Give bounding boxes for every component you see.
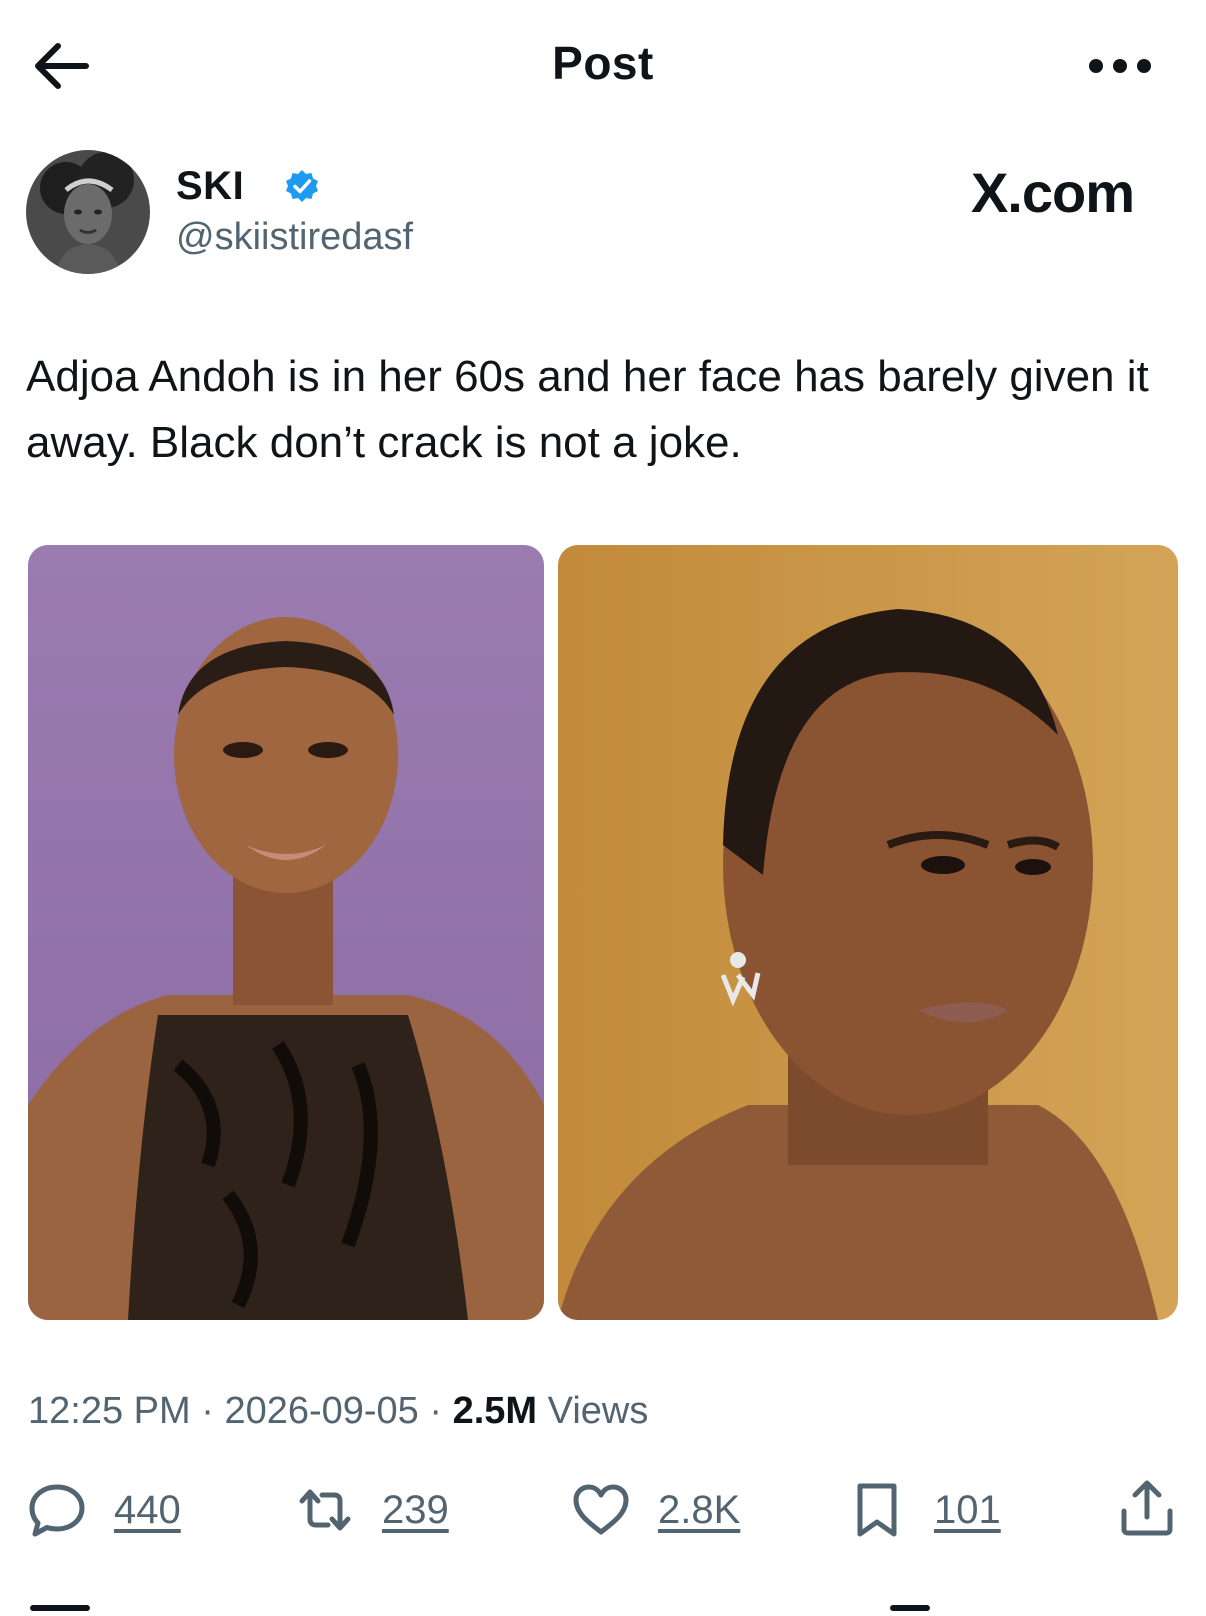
post-text: Adjoa Andoh is in her 60s and her face h… xyxy=(26,352,1149,467)
cut-off-content xyxy=(30,1605,90,1611)
cut-off-content xyxy=(890,1605,930,1611)
share-button[interactable] xyxy=(1116,1477,1178,1539)
repost-arrows-icon xyxy=(299,1489,351,1531)
bookmark-icon xyxy=(857,1483,897,1537)
top-bar: Post xyxy=(0,0,1206,130)
post-photo-right[interactable] xyxy=(558,545,1178,1320)
like-count[interactable]: 2.8K xyxy=(658,1488,740,1533)
post-date: 2026-09-05 xyxy=(224,1390,419,1432)
more-options-button[interactable] xyxy=(1085,48,1155,84)
meta-separator: · xyxy=(201,1390,214,1432)
author-handle[interactable]: @skiistiredasf xyxy=(176,216,413,259)
page-title: Post xyxy=(552,37,654,89)
site-watermark: X.com xyxy=(970,161,1135,224)
share-icon xyxy=(1121,1480,1173,1536)
verified-badge-icon xyxy=(286,170,318,202)
like-button[interactable]: 2.8K xyxy=(570,1475,740,1545)
display-name[interactable]: SKI xyxy=(176,164,244,209)
avatar[interactable] xyxy=(26,150,150,274)
bookmark-button[interactable]: 101 xyxy=(846,1475,1001,1545)
action-bar: 440 239 2.8K 101 xyxy=(0,1475,1206,1555)
more-dots-icon xyxy=(1089,59,1151,73)
repost-button[interactable]: 239 xyxy=(294,1475,449,1545)
meta-separator: · xyxy=(429,1390,443,1432)
views-label: Views xyxy=(547,1390,649,1432)
post-meta: 12:25 PM · 2026-09-05 · 2.5M Views xyxy=(28,1390,648,1433)
post-photo-left[interactable] xyxy=(28,545,544,1320)
reply-count[interactable]: 440 xyxy=(114,1488,181,1533)
post-time: 12:25 PM xyxy=(28,1390,191,1432)
post-author: SKI @skiistiredasf X.com xyxy=(26,150,1176,280)
bookmark-count[interactable]: 101 xyxy=(934,1488,1001,1533)
views-count: 2.5M xyxy=(452,1390,538,1432)
reply-bubble-icon xyxy=(29,1484,85,1537)
heart-icon xyxy=(573,1484,629,1535)
repost-count[interactable]: 239 xyxy=(382,1488,449,1533)
reply-button[interactable]: 440 xyxy=(26,1475,181,1545)
